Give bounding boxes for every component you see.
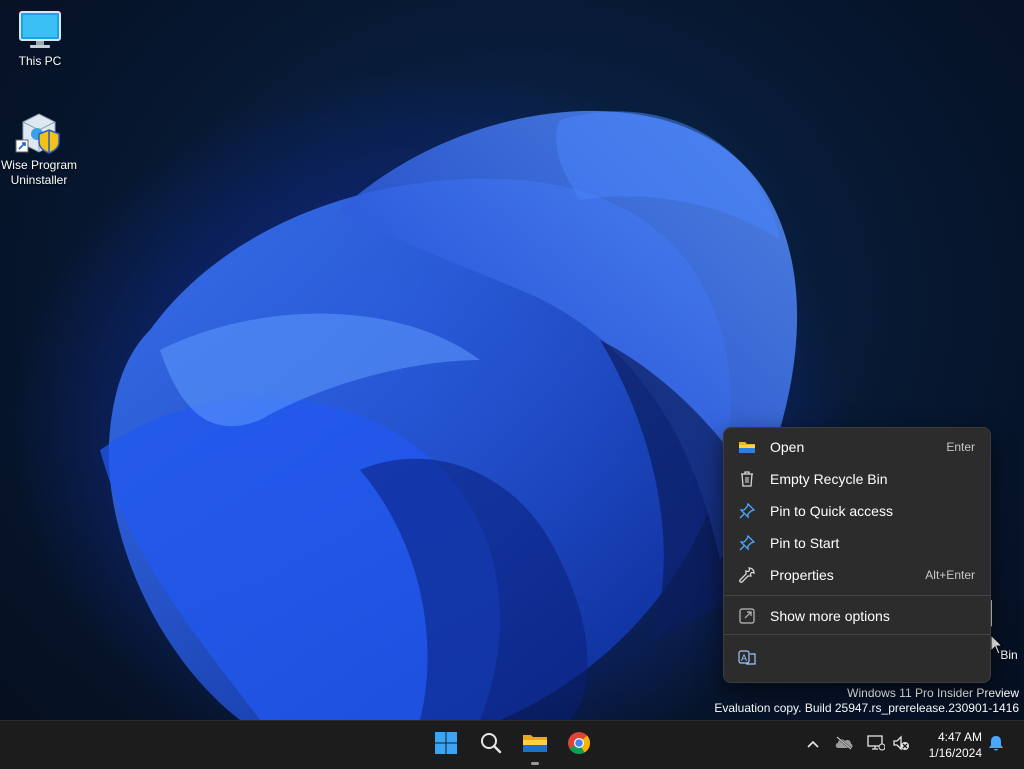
menu-item-show-more-options-label: Show more options <box>770 608 890 624</box>
clock-date: 1/16/2024 <box>928 746 982 760</box>
network-icon <box>867 734 886 756</box>
wise-program-uninstaller-label: Wise Program Uninstaller <box>0 158 77 187</box>
menu-item-show-more-options[interactable]: Show more options <box>728 601 986 631</box>
chrome-button[interactable] <box>561 727 597 763</box>
wise-program-uninstaller-desktop-icon[interactable]: Wise Program Uninstaller <box>0 108 79 188</box>
open-external-icon <box>738 607 756 625</box>
desktop[interactable]: This PC Wise Program Uninstaller Bin Win… <box>0 0 1024 720</box>
menu-item-pin-to-start-label: Pin to Start <box>770 535 840 551</box>
show-hidden-icons-button[interactable] <box>803 735 823 755</box>
menu-item-empty-recycle-bin-label: Empty Recycle Bin <box>770 471 888 487</box>
network-tray-button[interactable] <box>866 734 886 756</box>
menu-item-properties-label: Properties <box>770 567 834 583</box>
taskbar: 4:47 AM 1/16/2024 <box>0 720 1024 769</box>
watermark-line-2: Evaluation copy. Build 25947.rs_prerelea… <box>714 701 1019 715</box>
ai-translate-icon: A <box>738 649 756 667</box>
context-menu: Open Enter Empty Recycle Bin Pin to Quic… <box>723 427 991 683</box>
menu-item-properties[interactable]: Properties Alt+Enter <box>728 560 986 590</box>
evaluation-watermark: Windows 11 Pro Insider Preview Evaluatio… <box>714 686 1019 716</box>
computer-monitor-icon <box>0 10 80 50</box>
menu-separator <box>724 634 990 635</box>
clock-time: 4:47 AM <box>937 730 982 744</box>
menu-item-ai-action[interactable]: A <box>728 643 768 673</box>
running-indicator <box>531 762 539 765</box>
start-button[interactable] <box>428 727 464 763</box>
wrench-icon <box>738 566 756 584</box>
onedrive-tray-button[interactable] <box>834 735 854 755</box>
file-explorer-icon <box>522 732 548 759</box>
svg-text:A: A <box>741 653 747 663</box>
chevron-up-icon <box>806 736 820 754</box>
clock[interactable]: 4:47 AM 1/16/2024 <box>929 729 982 761</box>
menu-separator <box>724 595 990 596</box>
volume-muted-icon <box>892 734 910 756</box>
cloud-offline-icon <box>834 735 854 755</box>
watermark-line-1: Windows 11 Pro Insider Preview <box>847 686 1019 700</box>
bell-icon <box>988 734 1004 757</box>
chrome-icon <box>567 731 591 760</box>
menu-item-properties-shortcut: Alt+Enter <box>925 568 975 582</box>
notification-button[interactable] <box>986 735 1006 755</box>
menu-item-empty-recycle-bin[interactable]: Empty Recycle Bin <box>728 464 986 494</box>
pin-icon <box>738 502 756 520</box>
this-pc-label: This PC <box>18 54 62 68</box>
start-icon <box>434 731 458 760</box>
volume-tray-button[interactable] <box>891 734 911 756</box>
menu-item-pin-to-quick-access[interactable]: Pin to Quick access <box>728 496 986 526</box>
trash-icon <box>738 470 756 488</box>
folder-icon <box>738 438 756 456</box>
menu-item-pin-to-quick-access-label: Pin to Quick access <box>770 503 893 519</box>
pin-icon <box>738 534 756 552</box>
menu-item-open-label: Open <box>770 439 805 455</box>
uninstaller-box-icon <box>0 108 79 154</box>
mouse-cursor-icon <box>990 634 1004 655</box>
search-button[interactable] <box>473 727 509 763</box>
menu-item-pin-to-start[interactable]: Pin to Start <box>728 528 986 558</box>
file-explorer-button[interactable] <box>517 727 553 765</box>
menu-item-open-shortcut: Enter <box>946 440 975 454</box>
this-pc-desktop-icon[interactable]: This PC <box>0 10 80 69</box>
search-icon <box>480 732 502 759</box>
menu-item-open[interactable]: Open Enter <box>728 432 986 462</box>
